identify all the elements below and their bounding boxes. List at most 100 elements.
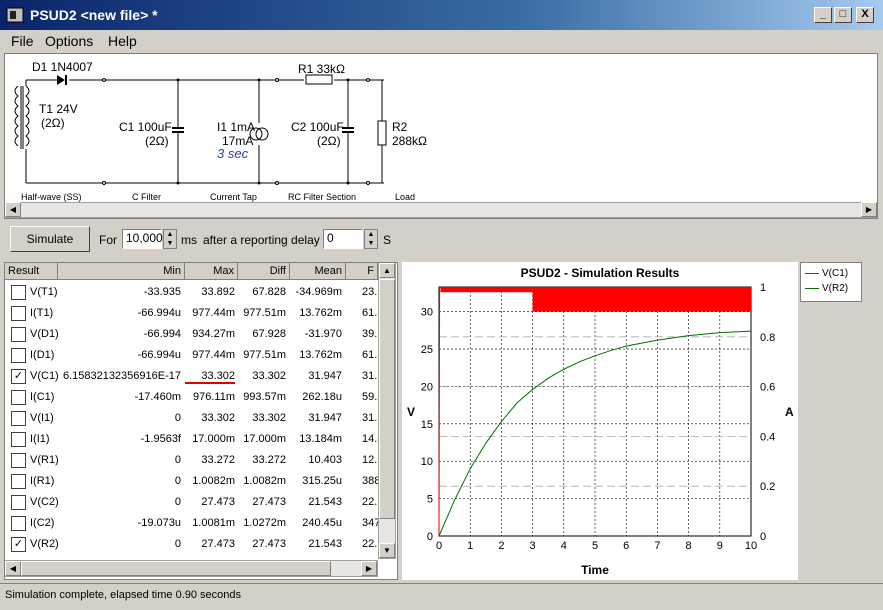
transformer-label: T1 24V (39, 102, 78, 116)
row-f: 14.8 (362, 433, 378, 445)
y-tick-label: 20 (421, 381, 433, 393)
row-checkbox[interactable] (11, 306, 26, 321)
row-max: 27.473 (201, 538, 235, 550)
ms-label: ms (181, 233, 197, 247)
r2-value: 288kΩ (392, 134, 427, 148)
row-min: 0 (174, 538, 181, 550)
row-f: 39. (362, 328, 378, 340)
close-button[interactable]: X (856, 7, 874, 23)
row-min: -33.935 (143, 286, 181, 298)
delay-input[interactable]: 0 (323, 229, 363, 249)
row-name: V(R1) (30, 454, 59, 466)
x-tick-label: 5 (592, 540, 598, 552)
series-line-vr2 (438, 330, 752, 537)
row-checkbox[interactable] (11, 411, 26, 426)
row-checkbox[interactable] (11, 327, 26, 342)
col-f[interactable]: F (346, 263, 378, 280)
legend-label: V(R2) (822, 283, 849, 294)
row-mean: -31.970 (304, 328, 342, 340)
chart-legend: V(C1) V(R2) (800, 262, 862, 302)
scroll-up-icon[interactable]: ▲ (379, 263, 395, 278)
row-diff: 977.51m (243, 349, 286, 361)
c2-label: C2 100uF (291, 120, 344, 134)
col-result[interactable]: Result (5, 263, 58, 280)
scroll-right-icon[interactable]: ▶ (861, 202, 877, 217)
grid-scroll-left-icon[interactable]: ◀ (5, 561, 21, 576)
scroll-down-icon[interactable]: ▼ (379, 543, 395, 558)
simulate-button[interactable]: Simulate (10, 226, 90, 252)
scroll-left-icon[interactable]: ◀ (5, 202, 21, 217)
row-checkbox[interactable]: ✓ (11, 369, 26, 384)
x-tick-label: 8 (686, 540, 692, 552)
row-checkbox[interactable] (11, 390, 26, 405)
duration-input[interactable]: 10,000 (122, 229, 163, 249)
grid-vscroll-thumb[interactable] (379, 279, 395, 519)
c1-label: C1 100uF (119, 120, 172, 134)
row-min: -1.9563f (140, 433, 181, 445)
row-diff: 67.928 (252, 328, 286, 340)
row-min: -19.073u (137, 517, 181, 529)
y2-tick-label: 0.6 (760, 382, 775, 394)
maximize-button[interactable]: □ (834, 7, 852, 23)
i1-label: I1 1mA (217, 120, 256, 134)
app-icon (6, 7, 24, 23)
row-f: 61.1 (362, 349, 378, 361)
c2-resistance: (2Ω) (317, 134, 341, 148)
row-min: 6.15832132356916E-17 (62, 370, 181, 382)
row-name: V(I1) (30, 412, 54, 424)
x-tick-label: 6 (623, 540, 629, 552)
c1-resistance: (2Ω) (145, 134, 169, 148)
schematic-scrollbar[interactable] (5, 202, 877, 218)
menu-file[interactable]: File (11, 33, 34, 49)
row-min: -66.994u (137, 307, 181, 319)
row-min: -17.460m (134, 391, 181, 403)
row-mean: 315.25u (302, 475, 342, 487)
series-ripple-band (532, 287, 751, 312)
row-f: 347. (362, 517, 378, 529)
legend-label: V(C1) (822, 268, 849, 279)
row-checkbox[interactable] (11, 453, 26, 468)
x-tick-label: 3 (530, 540, 536, 552)
col-max[interactable]: Max (185, 263, 238, 280)
row-checkbox[interactable] (11, 348, 26, 363)
chart-title: PSUD2 - Simulation Results (521, 266, 680, 280)
row-max: 977.44m (192, 307, 235, 319)
grid-scroll-right-icon[interactable]: ▶ (361, 561, 377, 576)
row-max: 33.302 (185, 370, 235, 384)
menu-help[interactable]: Help (108, 33, 137, 49)
legend-item: V(R2) (805, 283, 848, 294)
diode-label: D1 1N4007 (32, 60, 93, 74)
row-checkbox[interactable] (11, 432, 26, 447)
row-checkbox[interactable] (11, 474, 26, 489)
delay-spinner[interactable]: ▲ ▼ (364, 229, 378, 249)
minimize-button[interactable]: _ (814, 7, 832, 23)
caption-load: Load (395, 192, 416, 202)
col-diff[interactable]: Diff (238, 263, 290, 280)
results-chart: PSUD2 - Simulation Results0 1 2 3 4 5 6 7 8 9 1005… (407, 266, 794, 577)
grid-hscroll-thumb[interactable] (21, 561, 331, 576)
row-checkbox[interactable] (11, 285, 26, 300)
x-tick-label: 9 (717, 540, 723, 552)
caption-c-filter: C Filter (132, 192, 161, 202)
row-diff: 33.302 (252, 412, 286, 424)
row-max: 27.473 (201, 496, 235, 508)
row-checkbox[interactable]: ✓ (11, 537, 26, 552)
row-min: 0 (174, 454, 181, 466)
row-diff: 17.000m (243, 433, 286, 445)
row-diff: 993.57m (243, 391, 286, 403)
row-min: 0 (174, 475, 181, 487)
row-min: 0 (174, 496, 181, 508)
s-label: S (383, 233, 392, 247)
row-checkbox[interactable] (11, 516, 26, 531)
menu-options[interactable]: Options (45, 33, 93, 49)
y-axis-label: V (407, 405, 415, 419)
row-min: -66.994u (137, 349, 181, 361)
col-min[interactable]: Min (58, 263, 185, 280)
col-mean[interactable]: Mean (290, 263, 346, 280)
row-diff: 977.51m (243, 307, 286, 319)
row-mean: 10.403 (308, 454, 342, 466)
row-checkbox[interactable] (11, 495, 26, 510)
delay-label: after a reporting delay of (203, 233, 334, 247)
duration-spinner[interactable]: ▲ ▼ (163, 229, 177, 249)
row-mean: -34.969m (295, 286, 342, 298)
